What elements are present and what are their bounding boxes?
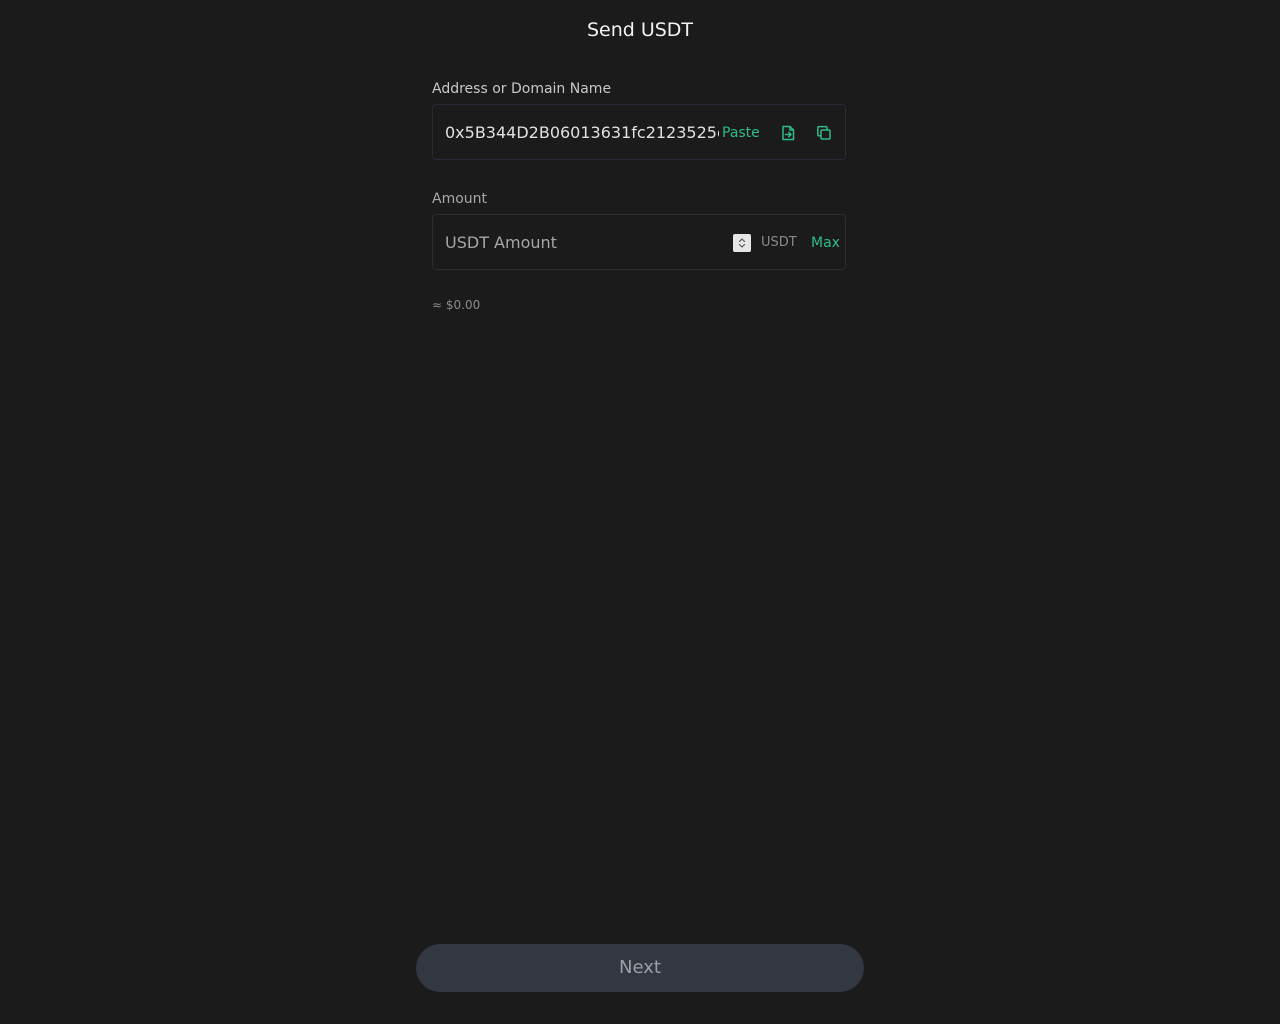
next-button[interactable]: Next	[416, 944, 864, 992]
amount-input[interactable]: USDT Amount	[445, 233, 557, 253]
address-field-label: Address or Domain Name	[432, 81, 612, 97]
address-input[interactable]: 0x5B344D2B06013631fc2123525c	[445, 123, 719, 143]
send-usdt-page: Send USDT Address or Domain Name 0x5B344…	[0, 0, 1280, 1024]
usd-estimate: ≈ $0.00	[432, 298, 481, 312]
amount-unit: USDT	[761, 235, 797, 250]
copy-icon[interactable]	[814, 123, 834, 143]
number-stepper[interactable]	[733, 234, 751, 252]
address-input-box[interactable]: 0x5B344D2B06013631fc2123525c Paste	[432, 104, 846, 160]
paste-icon[interactable]	[778, 123, 798, 143]
amount-field-label: Amount	[432, 191, 488, 207]
page-title: Send USDT	[586, 19, 694, 41]
paste-button[interactable]: Paste	[722, 124, 760, 142]
amount-input-box[interactable]: USDT Amount USDT Max	[432, 214, 846, 270]
max-button[interactable]: Max	[811, 234, 840, 252]
